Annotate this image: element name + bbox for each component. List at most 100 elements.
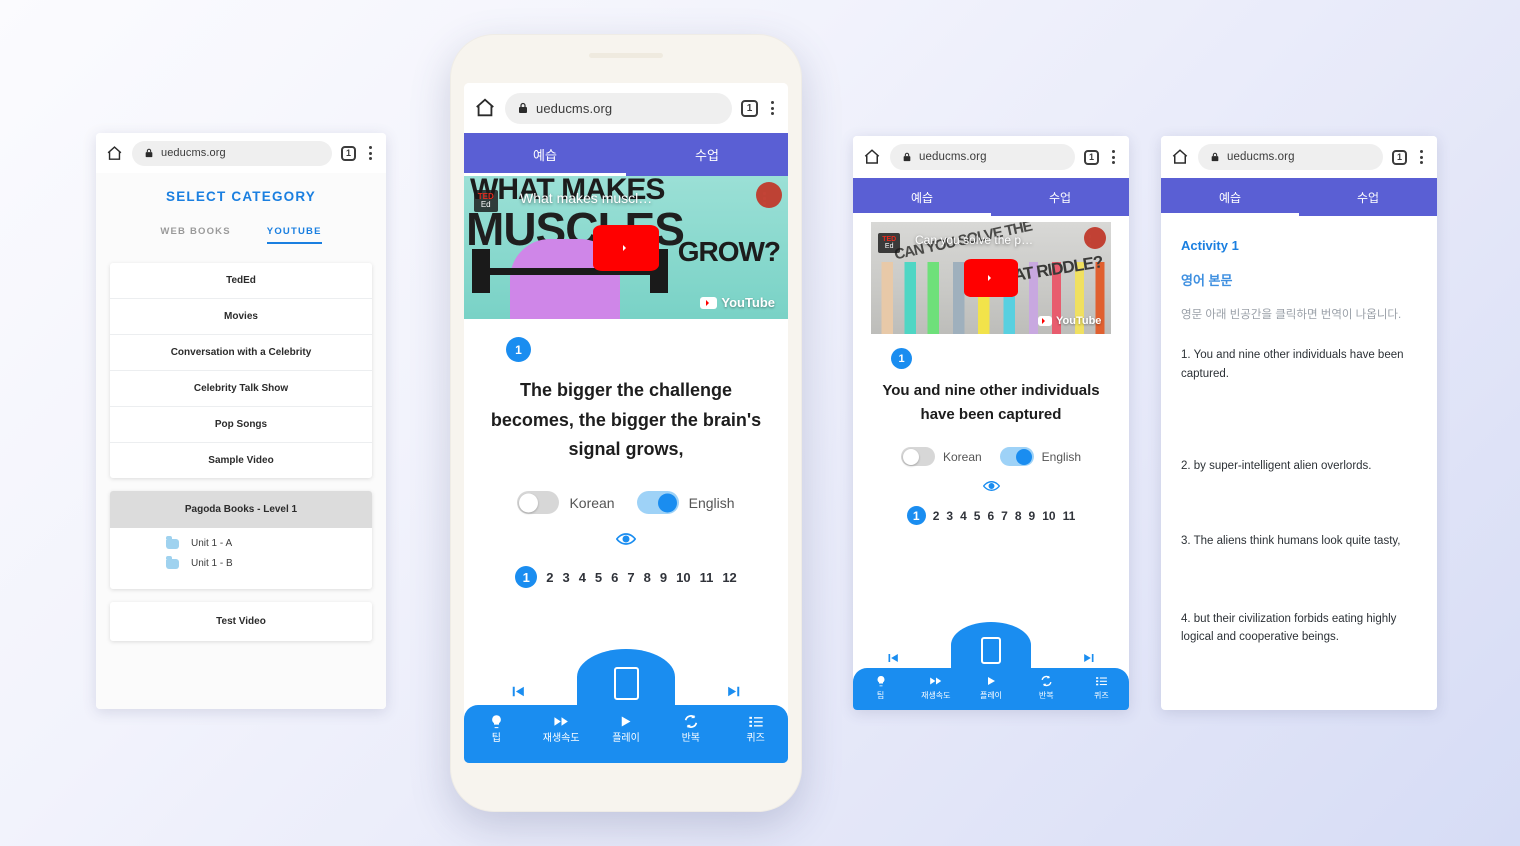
toggle-korean-label: Korean bbox=[569, 494, 615, 511]
page-2[interactable]: 2 bbox=[933, 509, 940, 523]
prev-button[interactable] bbox=[883, 650, 902, 666]
page-5[interactable]: 5 bbox=[974, 509, 981, 523]
page-8[interactable]: 8 bbox=[644, 570, 651, 585]
toggle-english-switch[interactable] bbox=[999, 447, 1034, 466]
category-item-testvideo[interactable]: Test Video bbox=[110, 602, 372, 641]
toggle-korean[interactable]: Korean bbox=[900, 447, 982, 466]
kebab-menu-icon[interactable] bbox=[365, 146, 376, 160]
toolbar-label-repeat: 반복 bbox=[1038, 691, 1054, 700]
toggle-korean-switch[interactable] bbox=[517, 491, 560, 515]
eye-icon[interactable] bbox=[982, 480, 1000, 492]
tab-web-books[interactable]: WEB BOOKS bbox=[160, 226, 230, 237]
page-11[interactable]: 11 bbox=[700, 570, 714, 585]
toolbar-hump[interactable] bbox=[577, 649, 675, 705]
toggle-english-switch[interactable] bbox=[636, 491, 679, 515]
category-item-movies[interactable]: Movies bbox=[110, 299, 372, 335]
page-10[interactable]: 10 bbox=[1042, 509, 1055, 523]
phone-portrait-icon[interactable] bbox=[613, 667, 639, 700]
toolbar-hump[interactable] bbox=[951, 622, 1031, 668]
youtube-play-icon[interactable] bbox=[593, 224, 659, 271]
page-6[interactable]: 6 bbox=[611, 570, 618, 585]
tab-lesson[interactable]: 수업 bbox=[1299, 178, 1437, 216]
page-7[interactable]: 7 bbox=[1001, 509, 1008, 523]
toggle-english[interactable]: English bbox=[636, 491, 735, 515]
tab-preview[interactable]: 예습 bbox=[1161, 178, 1299, 216]
toolbar-item-play[interactable]: 플레이 bbox=[594, 713, 659, 745]
toolbar-item-speed[interactable]: 재생속도 bbox=[529, 713, 594, 745]
prev-button[interactable] bbox=[506, 682, 529, 701]
eye-icon[interactable] bbox=[616, 532, 636, 546]
page-8[interactable]: 8 bbox=[1015, 509, 1022, 523]
activity-line-2[interactable]: 2. by super-intelligent alien overlords. bbox=[1181, 457, 1417, 475]
video-thumbnail-riddle[interactable]: CAN YOU SOLVE THE HAT RIDDLE? TED Ed Can… bbox=[871, 222, 1111, 334]
tab-lesson[interactable]: 수업 bbox=[991, 178, 1129, 216]
page-4[interactable]: 4 bbox=[960, 509, 967, 523]
next-button[interactable] bbox=[1080, 650, 1099, 666]
page-9[interactable]: 9 bbox=[660, 570, 667, 585]
page-9[interactable]: 9 bbox=[1029, 509, 1036, 523]
toggle-english[interactable]: English bbox=[999, 447, 1081, 466]
tab-preview[interactable]: 예습 bbox=[464, 133, 626, 176]
browser-chrome: ueducms.org 1 bbox=[96, 133, 386, 173]
kebab-menu-icon[interactable] bbox=[1108, 150, 1119, 164]
toolbar-item-speed[interactable]: 재생속도 bbox=[908, 674, 963, 700]
tab-preview[interactable]: 예습 bbox=[853, 178, 991, 216]
page-11[interactable]: 11 bbox=[1063, 509, 1076, 523]
tab-lesson[interactable]: 수업 bbox=[626, 133, 788, 176]
page-1[interactable]: 1 bbox=[906, 506, 926, 525]
toolbar-item-play[interactable]: 플레이 bbox=[963, 674, 1018, 700]
activity-line-3[interactable]: 3. The aliens think humans look quite ta… bbox=[1181, 532, 1417, 550]
address-bar[interactable]: ueducms.org bbox=[1198, 144, 1383, 170]
fast-forward-icon bbox=[929, 674, 943, 688]
toolbar-item-quiz[interactable]: 퀴즈 bbox=[723, 713, 788, 745]
activity-line-4[interactable]: 4. but their civilization forbids eating… bbox=[1181, 610, 1417, 647]
home-icon[interactable] bbox=[863, 148, 881, 166]
video-thumbnail-muscles[interactable]: WHAT MAKES MUSCLES GROW? TED Ed What mak… bbox=[464, 176, 788, 319]
sentence-text[interactable]: You and nine other individuals have been… bbox=[881, 379, 1101, 427]
toggle-korean[interactable]: Korean bbox=[517, 491, 615, 515]
page-4[interactable]: 4 bbox=[579, 570, 586, 585]
group-header[interactable]: Pagoda Books - Level 1 bbox=[110, 491, 372, 528]
activity-line-1[interactable]: 1. You and nine other individuals have b… bbox=[1181, 346, 1417, 383]
kebab-menu-icon[interactable] bbox=[1416, 150, 1427, 164]
toolbar-item-repeat[interactable]: 반복 bbox=[1019, 674, 1074, 700]
category-item-samplevideo[interactable]: Sample Video bbox=[110, 443, 372, 478]
home-icon[interactable] bbox=[106, 145, 123, 162]
unit-item-1b[interactable]: Unit 1 - B bbox=[166, 555, 372, 569]
tab-youtube[interactable]: YOUTUBE bbox=[266, 226, 322, 244]
address-bar[interactable]: ueducms.org bbox=[890, 144, 1075, 170]
page-2[interactable]: 2 bbox=[546, 570, 553, 585]
toggle-korean-switch[interactable] bbox=[900, 447, 935, 466]
category-item-talkshow[interactable]: Celebrity Talk Show bbox=[110, 371, 372, 407]
page-5[interactable]: 5 bbox=[595, 570, 602, 585]
category-item-teded[interactable]: TedEd bbox=[110, 263, 372, 299]
next-button[interactable] bbox=[723, 682, 746, 701]
page-3[interactable]: 3 bbox=[562, 570, 569, 585]
kebab-menu-icon[interactable] bbox=[767, 101, 778, 115]
unit-item-1a[interactable]: Unit 1 - A bbox=[166, 535, 372, 549]
tab-count-button[interactable]: 1 bbox=[741, 99, 758, 117]
tab-count-button[interactable]: 1 bbox=[1084, 149, 1099, 165]
category-item-conversation[interactable]: Conversation with a Celebrity bbox=[110, 335, 372, 371]
toolbar-item-repeat[interactable]: 반복 bbox=[658, 713, 723, 745]
sentence-text[interactable]: The bigger the challenge becomes, the bi… bbox=[486, 376, 766, 465]
page-3[interactable]: 3 bbox=[946, 509, 953, 523]
phone-portrait-icon[interactable] bbox=[981, 637, 1001, 664]
youtube-watermark-text: YouTube bbox=[1055, 315, 1102, 328]
toolbar-item-quiz[interactable]: 퀴즈 bbox=[1074, 674, 1129, 700]
tab-count-button[interactable]: 1 bbox=[1392, 149, 1407, 165]
home-icon[interactable] bbox=[1171, 148, 1189, 166]
page-12[interactable]: 12 bbox=[722, 570, 736, 585]
category-item-popsongs[interactable]: Pop Songs bbox=[110, 407, 372, 443]
page-6[interactable]: 6 bbox=[987, 509, 994, 523]
page-10[interactable]: 10 bbox=[676, 570, 690, 585]
page-7[interactable]: 7 bbox=[627, 570, 634, 585]
tab-count-button[interactable]: 1 bbox=[341, 145, 356, 161]
toolbar-item-tip[interactable]: 팁 bbox=[853, 674, 908, 700]
home-icon[interactable] bbox=[474, 97, 496, 119]
toolbar-item-tip[interactable]: 팁 bbox=[464, 713, 529, 745]
page-1[interactable]: 1 bbox=[515, 566, 538, 589]
address-bar[interactable]: ueducms.org bbox=[132, 140, 332, 166]
address-bar[interactable]: ueducms.org bbox=[505, 92, 732, 124]
youtube-play-icon[interactable] bbox=[964, 259, 1018, 297]
